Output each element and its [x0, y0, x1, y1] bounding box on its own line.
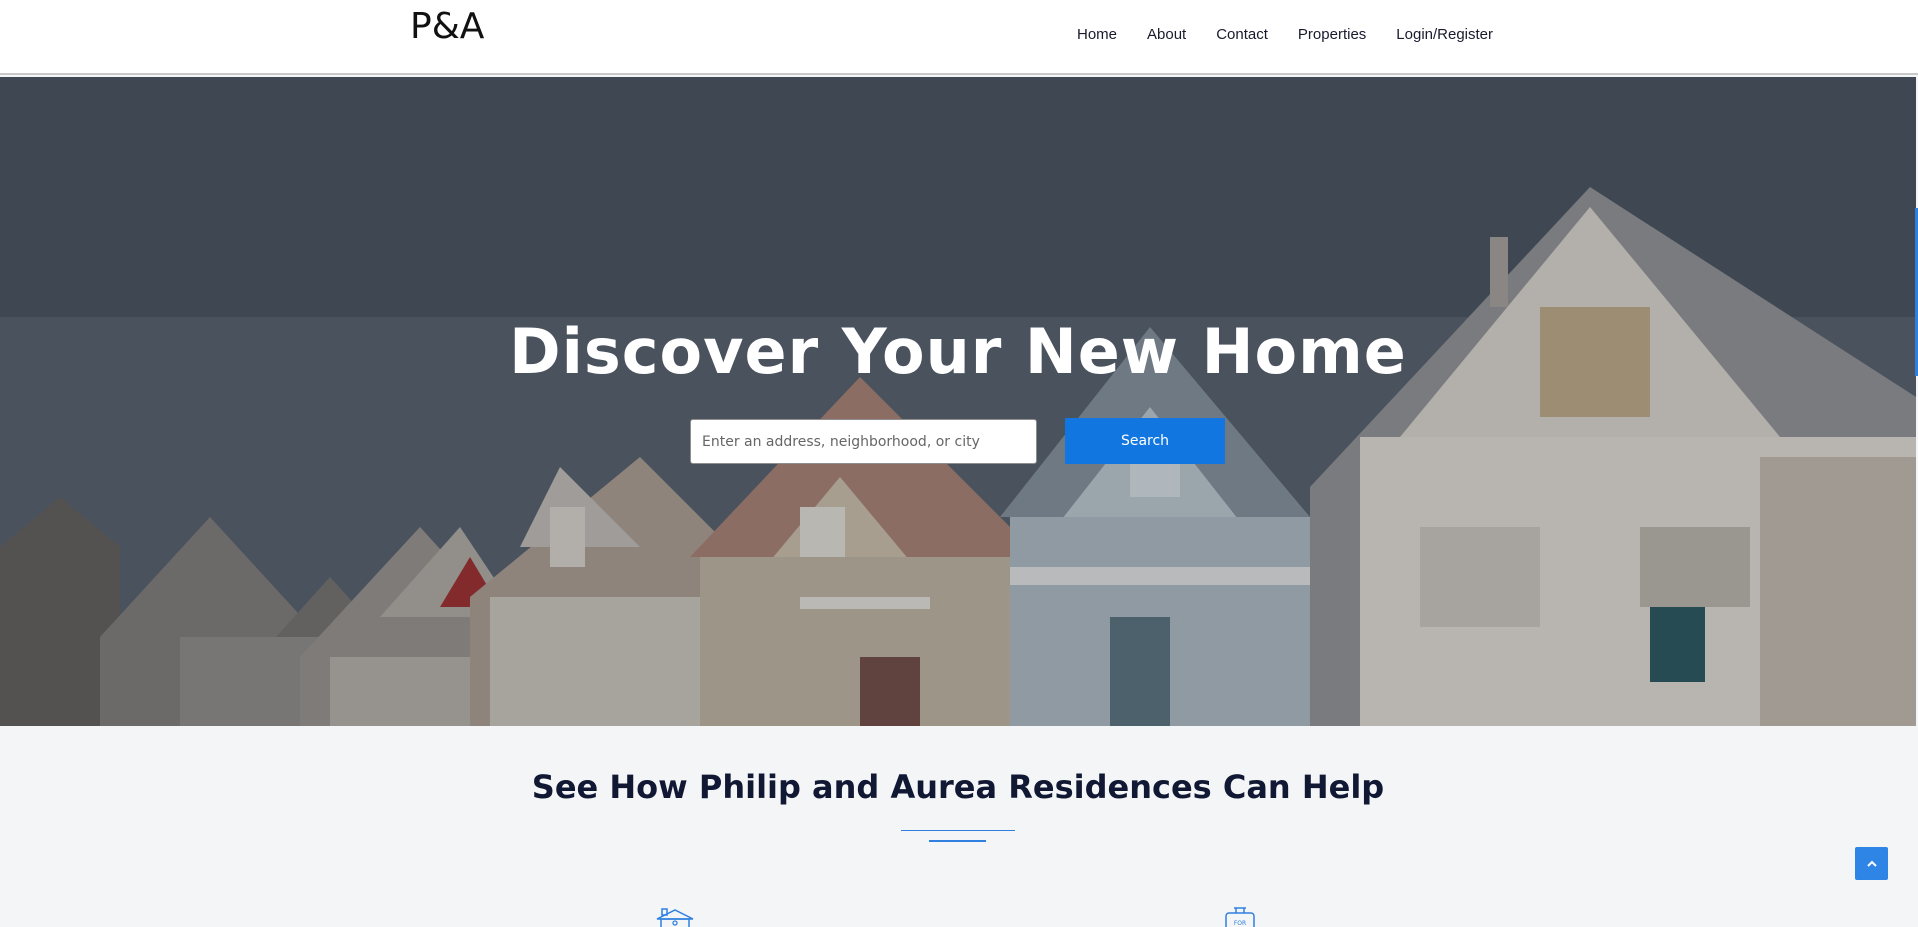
brand-logo[interactable]: P&A	[410, 6, 484, 47]
title-divider-line	[901, 830, 1015, 831]
hero-title: Discover Your New Home	[509, 315, 1407, 388]
title-divider-accent	[929, 840, 986, 842]
back-to-top-button[interactable]	[1855, 847, 1888, 880]
main-nav: Home About Contact Properties Login/Regi…	[1077, 26, 1493, 43]
nav-link-home[interactable]: Home	[1077, 26, 1117, 43]
svg-text:FOR: FOR	[1234, 920, 1246, 927]
nav-link-contact[interactable]: Contact	[1216, 26, 1268, 43]
for-sale-sign-icon: FOR	[1225, 907, 1255, 927]
house-icon	[656, 908, 694, 927]
search-input[interactable]	[690, 419, 1037, 464]
nav-link-properties[interactable]: Properties	[1298, 26, 1366, 43]
hero-banner: Discover Your New Home Search	[0, 77, 1916, 726]
hero-dark-overlay	[0, 77, 1916, 726]
nav-link-about[interactable]: About	[1147, 26, 1186, 43]
search-button[interactable]: Search	[1065, 418, 1225, 464]
top-navbar: P&A Home About Contact Properties Login/…	[0, 0, 1918, 75]
nav-link-login-register[interactable]: Login/Register	[1396, 26, 1493, 43]
chevron-up-icon	[1866, 860, 1877, 867]
section-title: See How Philip and Aurea Residences Can …	[531, 768, 1385, 806]
